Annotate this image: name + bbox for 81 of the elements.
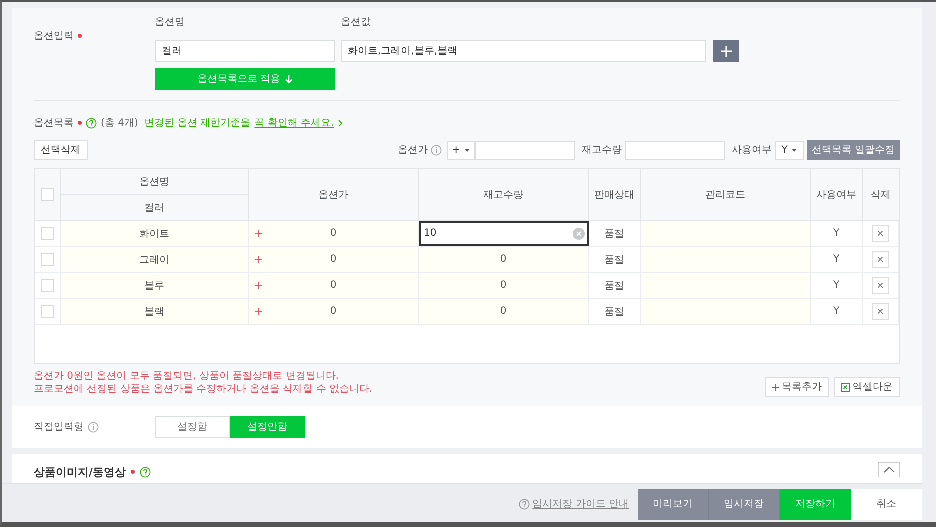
help-icon — [86, 118, 97, 128]
usage-label: 사용여부 — [732, 144, 772, 157]
table-cell: 0 — [330, 254, 337, 265]
collapse-button[interactable] — [878, 462, 900, 477]
table-cell: 0 — [330, 280, 337, 291]
clear-icon — [573, 228, 585, 240]
close-icon — [878, 283, 883, 288]
section-title: 상품이미지/동영상 — [34, 464, 126, 480]
notice-text: 변경된 옵션 제한기준을 — [144, 117, 251, 130]
down-arrow-icon — [284, 74, 293, 84]
sign-select[interactable]: + — [446, 140, 475, 160]
close-icon — [878, 231, 883, 236]
spreadsheet-icon — [841, 382, 850, 392]
warning-text: 옵션가 0원인 옵션이 모두 품절되면, 상품이 품절상태로 변경됩니다. — [34, 370, 340, 383]
info-icon — [88, 422, 99, 432]
table-cell: Y — [811, 273, 863, 298]
table-cell: 블랙 — [61, 299, 249, 324]
section-label: 옵션입력 — [34, 30, 74, 43]
stock-input[interactable]: 10 — [419, 221, 589, 246]
info-icon — [430, 144, 442, 156]
column-header: 컬러 — [144, 202, 166, 216]
checkbox[interactable] — [41, 227, 54, 240]
table-cell: 0 — [419, 273, 589, 298]
section-label: 옵션목록 — [34, 117, 74, 130]
plus-icon — [772, 384, 779, 390]
delete-button[interactable] — [872, 251, 889, 268]
help-icon — [518, 498, 530, 510]
column-header: 재고수량 — [419, 169, 589, 220]
column-header: 옵션명 — [61, 169, 248, 195]
table-cell: 화이트 — [61, 221, 249, 246]
table-cell: Y — [811, 221, 863, 246]
delete-button[interactable] — [872, 303, 889, 320]
table-cell: Y — [811, 247, 863, 272]
field-label: 옵션명 — [155, 16, 186, 30]
field-label: 옵션값 — [341, 16, 372, 30]
add-button[interactable] — [713, 40, 739, 62]
column-header: 관리코드 — [641, 169, 811, 220]
delete-button[interactable] — [872, 225, 889, 242]
input-field[interactable]: 화이트,그레이,블루,블랙 — [341, 40, 706, 62]
caret-down-icon — [464, 148, 470, 152]
warning-text: 프로모션에 선정된 상품은 옵션가를 수정하거나 옵션을 삭제할 수 없습니다. — [34, 383, 373, 396]
column-header: 삭제 — [870, 188, 892, 202]
delete-button[interactable] — [872, 277, 889, 294]
checkbox[interactable] — [41, 253, 54, 266]
help-icon — [140, 466, 152, 478]
section-label: 직접입력형 — [34, 421, 84, 434]
footer-button[interactable]: 취소 — [851, 488, 922, 520]
table-cell: Y — [811, 299, 863, 324]
plus-icon — [255, 308, 262, 315]
table-cell: 0 — [419, 247, 589, 272]
checkbox[interactable] — [41, 188, 54, 201]
column-header: 사용여부 — [811, 169, 863, 220]
stock-input[interactable] — [624, 140, 725, 160]
close-icon — [878, 257, 883, 262]
close-icon — [878, 309, 883, 314]
table-cell: 0 — [330, 306, 337, 317]
column-header: 옵션가 — [249, 169, 419, 220]
price-label: 옵션가 — [398, 144, 428, 157]
input-field[interactable]: 컬러 — [155, 40, 335, 62]
item-count: (총 4개) — [101, 117, 138, 130]
price-input[interactable] — [474, 140, 575, 160]
table-cell: 블루 — [61, 273, 249, 298]
caret-down-icon — [792, 148, 797, 152]
excel-download-button[interactable]: 엑셀다운 — [834, 377, 900, 397]
stock-label: 재고수량 — [582, 144, 622, 157]
usage-select[interactable]: Y — [774, 140, 804, 160]
plus-icon — [255, 256, 262, 263]
delete-selected-button[interactable]: 선택삭제 — [34, 140, 88, 160]
checkbox[interactable] — [41, 279, 54, 292]
chevron-right-icon — [338, 120, 344, 126]
plus-icon — [255, 282, 262, 289]
column-header: 판매상태 — [589, 169, 641, 220]
table-cell: 0 — [330, 228, 337, 239]
checkbox[interactable] — [41, 305, 54, 318]
toggle-option[interactable]: 설정함 — [155, 416, 230, 438]
table-cell: 0 — [419, 299, 589, 324]
chevron-up-icon — [884, 467, 894, 473]
add-row-button[interactable]: 목록추가 — [765, 377, 829, 397]
plus-icon — [255, 230, 262, 237]
table-cell: 그레이 — [61, 247, 249, 272]
plus-icon — [720, 46, 732, 56]
